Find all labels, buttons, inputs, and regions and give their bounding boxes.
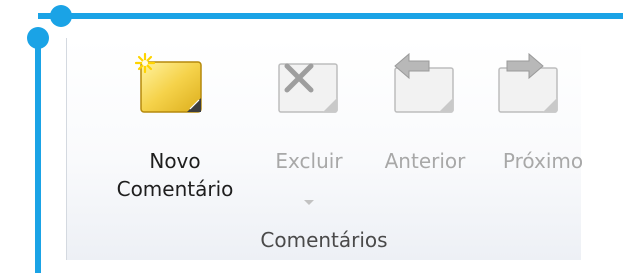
next-comment-button[interactable]: Próximo (483, 52, 603, 202)
new-comment-button[interactable]: Novo Comentário (111, 52, 239, 202)
next-comment-label: Próximo (502, 149, 584, 173)
delete-comment-icon (273, 52, 343, 116)
delete-comment-label: Excluir (275, 149, 343, 173)
new-comment-icon (134, 52, 205, 116)
chevron-down-icon (304, 200, 314, 205)
callout-dot-left (27, 27, 49, 49)
previous-comment-icon (389, 52, 459, 116)
callout-dot-top (50, 5, 72, 27)
callout-line-horizontal (38, 13, 623, 19)
comments-ribbon-group: Novo Comentário Excluir Anterior Próximo… (66, 38, 583, 260)
new-comment-label-line1: Novo (149, 149, 201, 173)
group-label: Comentários (260, 228, 388, 252)
previous-comment-button[interactable]: Anterior (365, 52, 485, 202)
delete-comment-button[interactable]: Excluir (249, 52, 369, 205)
new-comment-label-line2: Comentário (116, 177, 234, 201)
previous-comment-label: Anterior (384, 149, 466, 173)
callout-line-vertical (35, 38, 41, 273)
next-comment-icon (493, 52, 563, 116)
